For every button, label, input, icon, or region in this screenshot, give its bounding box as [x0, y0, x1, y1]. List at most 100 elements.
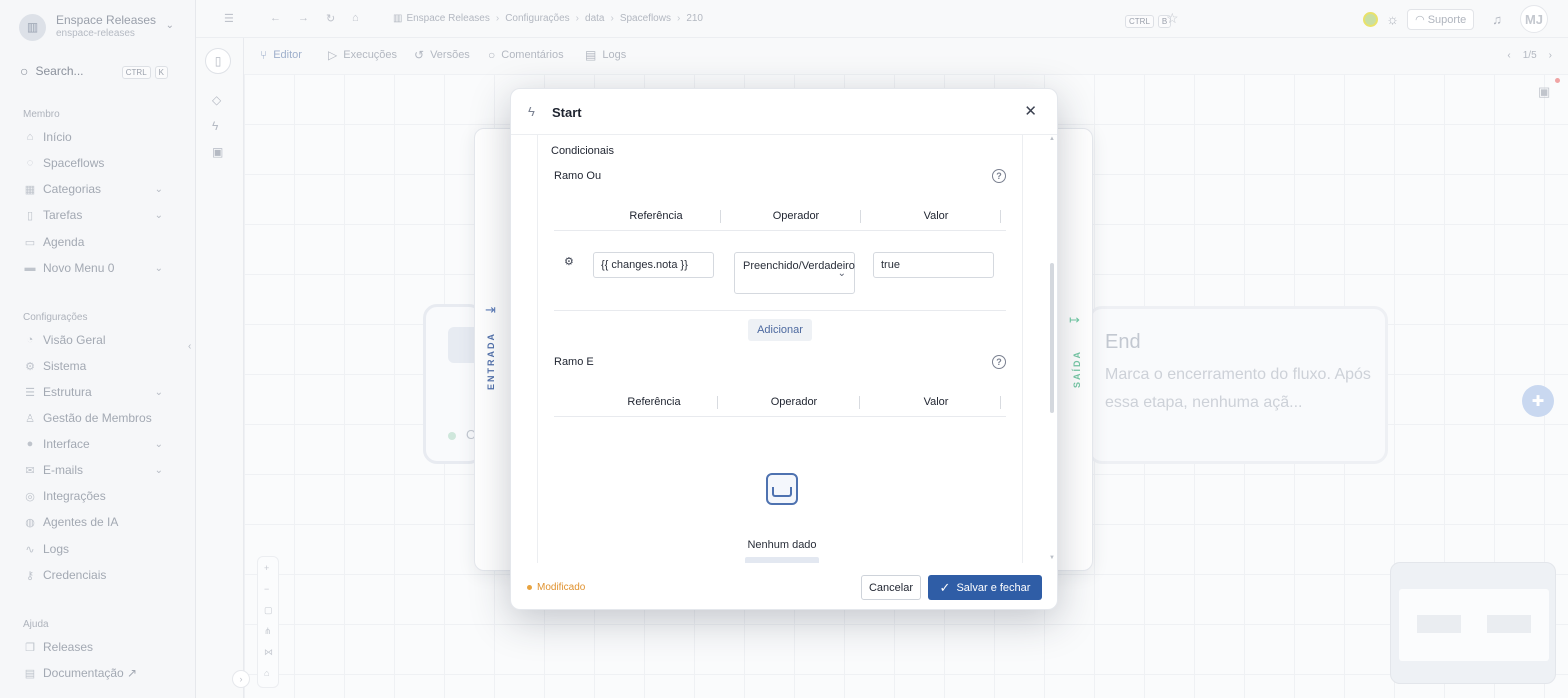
empty-state-text: Nenhum dado [747, 539, 817, 551]
bell-icon[interactable]: ♫ [1492, 12, 1502, 27]
sidebar-item-categorias[interactable]: ▦ Categorias ⌄ [23, 179, 163, 199]
minimap[interactable] [1390, 562, 1556, 684]
sidebar-item-gestao-membros[interactable]: ♙ Gestão de Membros [23, 408, 163, 428]
calendar-icon: ▭ [24, 236, 36, 249]
chevron-right-icon[interactable]: › [1549, 50, 1552, 61]
branch-and-table-header: Referência Operador Valor [554, 389, 1006, 417]
sidebar-item-tarefas[interactable]: ▯ Tarefas ⌄ [23, 205, 163, 225]
operator-select[interactable]: Preenchido/Verdadeiro ⌄ [734, 252, 855, 294]
back-arrow-icon[interactable]: ← [270, 12, 281, 24]
chevron-left-icon[interactable]: ‹ [1507, 50, 1510, 61]
reference-input[interactable]: {{ changes.nota }} [593, 252, 714, 278]
sidebar-item-documentacao[interactable]: ▤ Documentação ↗ [23, 663, 163, 683]
list-icon: ▤ [585, 48, 597, 62]
support-button[interactable]: ◠ Suporte [1407, 8, 1475, 30]
sun-icon[interactable]: ☼ [1386, 11, 1399, 27]
zoom-in-icon[interactable]: + [264, 563, 269, 573]
pulse-icon: ∿ [25, 543, 35, 556]
breadcrumb-item[interactable]: Spaceflows [620, 13, 671, 24]
sidebar-item-credenciais[interactable]: ⚷ Credenciais [23, 565, 163, 585]
sidebar-toggle-icon[interactable]: ☰ [224, 12, 234, 25]
layout-icon[interactable]: ⋔ [264, 626, 272, 637]
breadcrumb-item[interactable]: Configurações [505, 13, 569, 24]
value-input[interactable]: true [873, 252, 994, 278]
menu-icon: ▬ [24, 262, 36, 274]
add-node-button[interactable]: ✚ [1522, 385, 1554, 417]
sidebar-item-agenda[interactable]: ▭ Agenda [23, 232, 163, 252]
modal-title: Start [552, 105, 582, 120]
sidebar-item-estrutura[interactable]: ☰ Estrutura ⌄ [23, 382, 163, 402]
workspace-switcher[interactable]: ▥ Enspace Releases enspace-releases ⌄ [19, 12, 184, 42]
tab-editor[interactable]: ⑂ Editor [250, 38, 312, 74]
scroll-down-icon[interactable]: ▼ [1049, 555, 1055, 561]
breadcrumb: ▥ Enspace Releases › Configurações › data ›… [393, 13, 703, 24]
column-header: Valor [923, 210, 949, 222]
breadcrumb-item[interactable]: Enspace Releases [406, 13, 489, 24]
sidebar-item-agentes-ia[interactable]: ◍ Agentes de IA [23, 512, 163, 532]
lock-icon[interactable]: ⌂ [264, 668, 269, 678]
tab-versoes[interactable]: ↺ Versões [414, 48, 470, 62]
modal-footer: Modificado Cancelar ✓ Salvar e fechar [511, 563, 1057, 611]
bolt-icon[interactable]: ϟ [212, 119, 218, 133]
chevron-down-icon: ⌄ [154, 386, 163, 398]
add-condition-button[interactable]: Adicionar [748, 319, 812, 341]
reload-icon[interactable]: ↻ [326, 12, 335, 25]
help-icon[interactable]: ? [992, 169, 1006, 183]
sidebar-item-novo-menu[interactable]: ▬ Novo Menu 0 ⌄ [23, 258, 164, 278]
close-icon[interactable]: ✕ [1024, 102, 1037, 120]
releases-icon: ❐ [25, 641, 35, 654]
sidebar-item-interface[interactable]: ● Interface ⌄ [23, 434, 163, 454]
section-title: Condicionais [551, 145, 614, 157]
share-icon[interactable]: ⋈ [264, 647, 273, 658]
tab-execucoes[interactable]: ▷ Execuções [328, 48, 397, 62]
zoom-out-icon[interactable]: − [264, 584, 269, 594]
tab-logs[interactable]: ▤ Logs [585, 48, 626, 62]
grid-plus-icon: ✚ [1531, 393, 1545, 410]
scrollbar-thumb[interactable] [1050, 263, 1054, 413]
sidebar-item-releases[interactable]: ❐ Releases [23, 637, 163, 657]
input-side-tab[interactable]: ⇥ ENTRADA [482, 300, 502, 400]
forward-arrow-icon[interactable]: → [298, 12, 309, 24]
sidebar-item-logs[interactable]: ∿ Logs [23, 539, 163, 559]
sidebar-item-spaceflows[interactable]: ◌ Spaceflows [23, 153, 163, 173]
chevron-right-icon[interactable]: › [232, 670, 250, 688]
column-header: Referência [627, 396, 681, 408]
chevron-left-icon[interactable]: ‹ [188, 341, 202, 357]
sidebar-item-visao-geral[interactable]: ◔ Visão Geral [23, 330, 163, 350]
star-icon[interactable]: ☆ [1166, 10, 1179, 27]
column-header: Valor [923, 396, 949, 408]
users-icon: ♙ [25, 412, 35, 425]
home-icon[interactable]: ⌂ [352, 12, 359, 24]
user-avatar[interactable]: MJ [1520, 5, 1548, 33]
calendar-plus-icon[interactable]: ▣ [212, 145, 223, 159]
comment-icon: ○ [488, 48, 496, 62]
gear-icon[interactable]: ⚙ [564, 255, 574, 268]
sidebar-item-emails[interactable]: ✉ E-mails ⌄ [23, 460, 163, 480]
end-node[interactable]: End Marca o encerramento do fluxo. Após … [1088, 306, 1388, 464]
chevron-updown-icon: ⌄ [165, 20, 174, 31]
breadcrumb-item[interactable]: data [585, 13, 604, 24]
chart-icon: ◔ [26, 334, 34, 346]
breadcrumb-item: 210 [686, 13, 703, 24]
page-icon[interactable]: ▯ [205, 48, 231, 74]
status-indicator-icon [1363, 11, 1379, 27]
help-icon[interactable]: ? [992, 355, 1006, 369]
chevron-down-icon: ⌄ [837, 268, 846, 279]
database-icon: ☰ [25, 386, 35, 399]
tab-comentarios[interactable]: ○ Comentários [488, 48, 564, 62]
sidebar-item-sistema[interactable]: ⚙ Sistema [23, 356, 163, 376]
output-side-tab[interactable]: ↦ SAÍDA [1066, 310, 1086, 400]
chevron-down-icon: ⌄ [154, 183, 163, 195]
chevron-down-icon: ⌄ [154, 438, 163, 450]
save-icon[interactable]: ▣ [1538, 84, 1550, 100]
save-and-close-button[interactable]: ✓ Salvar e fechar [928, 575, 1042, 600]
home-icon: ⌂ [26, 131, 34, 143]
cancel-button[interactable]: Cancelar [861, 575, 921, 600]
top-bar: ☰ ← → ↻ ⌂ ▥ Enspace Releases › Configuraç… [196, 0, 1568, 38]
sidebar-item-integracoes[interactable]: ◎ Integrações [23, 486, 163, 506]
tag-icon[interactable]: ◇ [212, 93, 221, 107]
search-trigger[interactable]: ○ Search... CTRL K [20, 60, 168, 82]
scroll-up-icon[interactable]: ▲ [1049, 136, 1055, 142]
fit-view-icon[interactable]: ▢ [264, 605, 273, 616]
sidebar-item-inicio[interactable]: ⌂ Início [23, 127, 163, 147]
